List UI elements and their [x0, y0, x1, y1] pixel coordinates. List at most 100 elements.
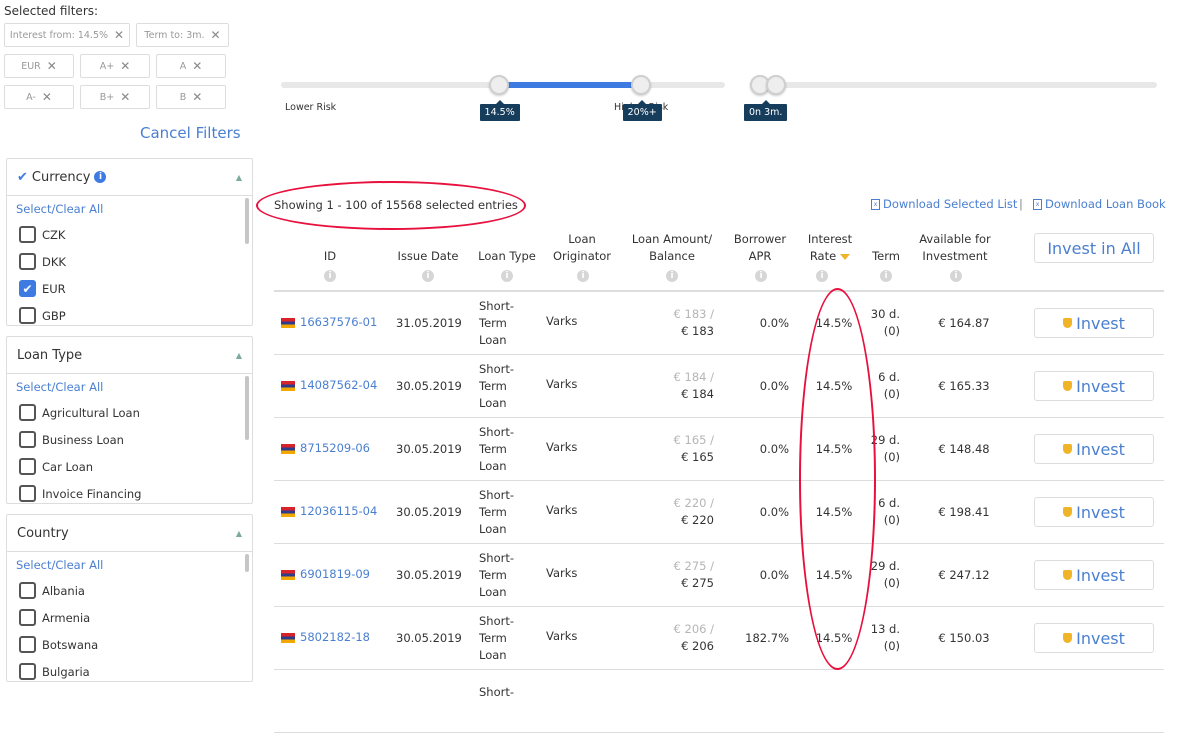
invest-in-all-button[interactable]: Invest in All [1034, 233, 1154, 263]
loan-id-link[interactable]: 16637576-01 [300, 315, 377, 329]
checkbox[interactable] [19, 253, 36, 270]
loan-id-link[interactable]: 5802182-18 [300, 630, 370, 644]
loan-id-link[interactable]: 8715209-06 [300, 441, 370, 455]
close-icon[interactable]: ✕ [47, 59, 57, 73]
country-option-bulgaria[interactable]: Bulgaria [19, 663, 90, 680]
loan-type-panel-header[interactable]: Loan Type ▲ [7, 337, 252, 374]
filter-chip-a[interactable]: A ✕ [156, 54, 226, 78]
cancel-filters-link[interactable]: Cancel Filters [140, 124, 241, 142]
currency-option-dkk[interactable]: DKK [19, 253, 66, 270]
table-row[interactable]: 14087562-04 30.05.2019 Short- Term Loan … [274, 355, 1164, 418]
interest-slider-min-handle[interactable] [488, 75, 509, 95]
table-row[interactable]: 12036115-04 30.05.2019 Short- Term Loan … [274, 481, 1164, 544]
column-header-id[interactable]: ID [310, 248, 350, 265]
filter-chip-b-plus[interactable]: B+ ✕ [80, 85, 150, 109]
close-icon[interactable]: ✕ [211, 28, 221, 42]
column-header-term[interactable]: Term [866, 248, 906, 265]
checkbox[interactable] [19, 663, 36, 680]
chevron-up-icon[interactable]: ▲ [236, 351, 242, 360]
invest-button[interactable]: Invest [1034, 560, 1154, 590]
column-header-loan-type[interactable]: Loan Type [472, 248, 542, 265]
column-header-available[interactable]: Available for Investment [910, 231, 1000, 265]
info-icon[interactable]: i [577, 270, 589, 282]
loan-id-link[interactable]: 12036115-04 [300, 504, 377, 518]
loan-id-link[interactable]: 14087562-04 [300, 378, 377, 392]
panel-scrollbar[interactable] [245, 554, 249, 572]
download-selected-list-link[interactable]: x Download Selected List [871, 197, 1017, 211]
invest-button[interactable]: Invest [1034, 497, 1154, 527]
loan-type-option-invoice[interactable]: Invoice Financing [19, 485, 141, 502]
chevron-up-icon[interactable]: ▲ [236, 173, 242, 182]
table-row[interactable]: 6901819-09 30.05.2019 Short- Term Loan V… [274, 544, 1164, 607]
currency-option-gbp[interactable]: GBP [19, 307, 66, 324]
currency-option-eur[interactable]: ✔ EUR [19, 280, 66, 297]
checkbox-checked[interactable]: ✔ [19, 280, 36, 297]
sort-desc-icon[interactable] [840, 253, 851, 260]
loan-type-option-car[interactable]: Car Loan [19, 458, 93, 475]
term-slider-max-handle[interactable] [766, 75, 787, 95]
download-loan-book-link[interactable]: x Download Loan Book [1033, 197, 1166, 211]
checkbox[interactable] [19, 404, 36, 421]
info-icon[interactable]: i [880, 270, 892, 282]
info-icon[interactable]: i [501, 270, 513, 282]
interest-slider-max-handle[interactable] [630, 75, 651, 95]
close-icon[interactable]: ✕ [120, 90, 130, 104]
term-slider-track[interactable] [750, 82, 1157, 88]
checkbox[interactable] [19, 226, 36, 243]
country-option-armenia[interactable]: Armenia [19, 609, 90, 626]
filter-chip-term[interactable]: Term to: 3m. ✕ [136, 23, 229, 47]
column-header-loan-amount[interactable]: Loan Amount/ Balance [626, 231, 718, 265]
table-row[interactable]: 16637576-01 31.05.2019 Short- Term Loan … [274, 292, 1164, 355]
table-row[interactable]: Short- [274, 670, 1164, 733]
country-panel-header[interactable]: Country ▲ [7, 515, 252, 552]
panel-scrollbar[interactable] [245, 376, 249, 440]
panel-scrollbar[interactable] [245, 198, 249, 244]
checkbox[interactable] [19, 636, 36, 653]
close-icon[interactable]: ✕ [192, 59, 202, 73]
table-row[interactable]: 5802182-18 30.05.2019 Short- Term Loan V… [274, 607, 1164, 670]
invest-button[interactable]: Invest [1034, 434, 1154, 464]
info-icon[interactable]: i [324, 270, 336, 282]
filter-chip-eur[interactable]: EUR ✕ [4, 54, 74, 78]
info-icon[interactable]: i [422, 270, 434, 282]
info-icon[interactable]: i [666, 270, 678, 282]
issue-date-cell: 31.05.2019 [396, 316, 462, 330]
currency-option-czk[interactable]: CZK [19, 226, 65, 243]
checkbox[interactable] [19, 431, 36, 448]
info-icon[interactable]: i [950, 270, 962, 282]
loan-id-link[interactable]: 6901819-09 [300, 567, 370, 581]
column-header-issue-date[interactable]: Issue Date [393, 248, 463, 265]
filter-chip-interest[interactable]: Interest from: 14.5% ✕ [4, 23, 130, 47]
loan-type-option-business[interactable]: Business Loan [19, 431, 124, 448]
select-clear-all-link[interactable]: Select/Clear All [16, 202, 103, 216]
close-icon[interactable]: ✕ [120, 59, 130, 73]
close-icon[interactable]: ✕ [42, 90, 52, 104]
checkbox[interactable] [19, 609, 36, 626]
filter-chip-a-plus[interactable]: A+ ✕ [80, 54, 150, 78]
column-header-borrower-apr[interactable]: Borrower APR [726, 231, 794, 265]
checkbox[interactable] [19, 485, 36, 502]
filter-chip-a-minus[interactable]: A- ✕ [4, 85, 74, 109]
info-icon[interactable]: i [816, 270, 828, 282]
chevron-up-icon[interactable]: ▲ [236, 529, 242, 538]
checkbox[interactable] [19, 582, 36, 599]
checkbox[interactable] [19, 458, 36, 475]
checkbox[interactable] [19, 307, 36, 324]
table-row[interactable]: 8715209-06 30.05.2019 Short- Term Loan V… [274, 418, 1164, 481]
invest-button[interactable]: Invest [1034, 308, 1154, 338]
close-icon[interactable]: ✕ [192, 90, 202, 104]
filter-chip-b[interactable]: B ✕ [156, 85, 226, 109]
country-option-albania[interactable]: Albania [19, 582, 85, 599]
close-icon[interactable]: ✕ [114, 28, 124, 42]
currency-panel-header[interactable]: ✔ Currency i ▲ [7, 159, 252, 196]
info-icon[interactable]: i [94, 171, 107, 183]
loan-type-option-agricultural[interactable]: Agricultural Loan [19, 404, 140, 421]
info-icon[interactable]: i [755, 270, 767, 282]
country-option-botswana[interactable]: Botswana [19, 636, 98, 653]
invest-button[interactable]: Invest [1034, 371, 1154, 401]
invest-button[interactable]: Invest [1034, 623, 1154, 653]
select-clear-all-link[interactable]: Select/Clear All [16, 380, 103, 394]
column-header-loan-originator[interactable]: Loan Originator [546, 231, 618, 265]
select-clear-all-link[interactable]: Select/Clear All [16, 558, 103, 572]
column-header-interest-rate[interactable]: Interest Rate [800, 231, 860, 265]
